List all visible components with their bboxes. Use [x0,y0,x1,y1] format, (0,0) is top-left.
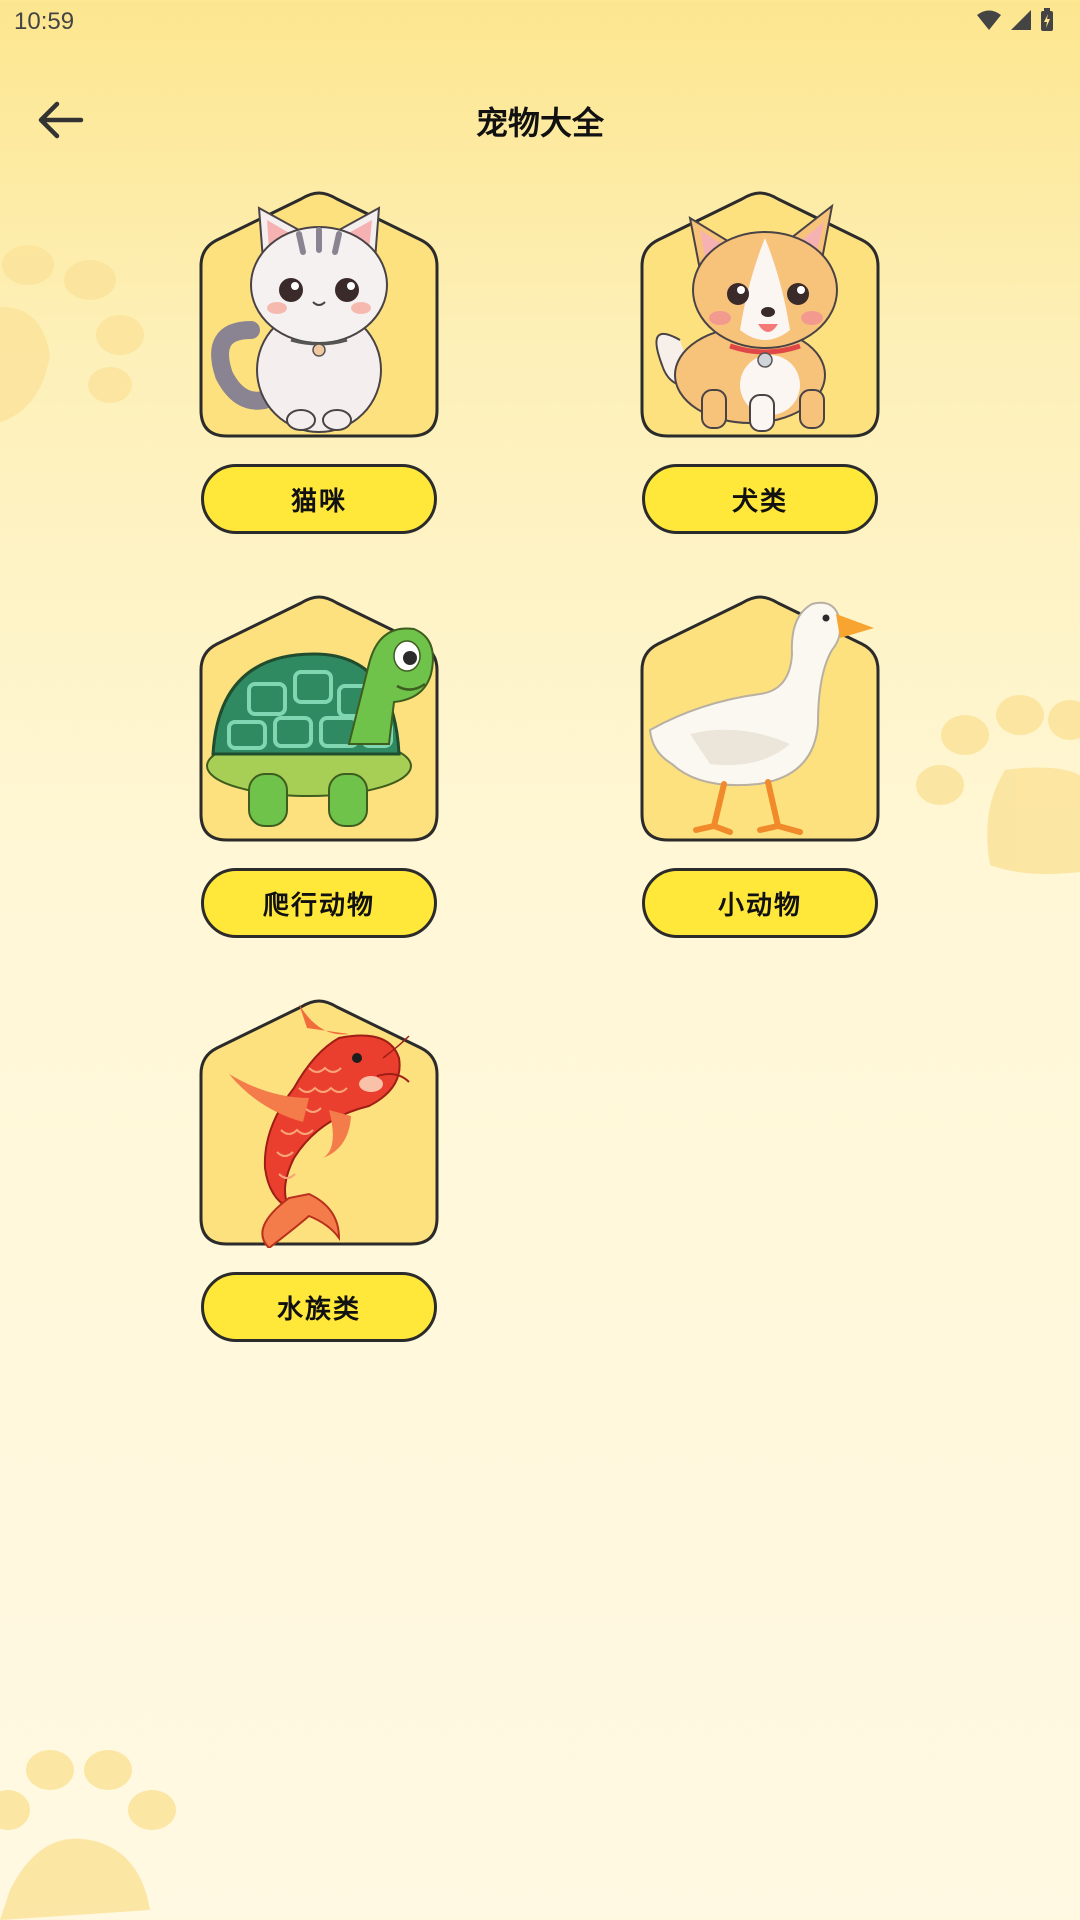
battery-icon [1041,8,1053,31]
koi-fish-illustration [229,1004,410,1248]
category-card-aquatic[interactable] [199,998,439,1248]
page-title: 宠物大全 [475,104,604,142]
app-bar: 宠物大全 [0,70,1080,170]
wifi-icon [977,10,1001,30]
paw-print-decoration [916,695,1080,874]
status-time: 10:59 [14,8,75,35]
category-button-dog[interactable]: 犬类 [642,464,878,534]
category-card-small-animal[interactable] [640,594,880,844]
category-card-dog[interactable] [640,190,880,440]
category-button-small-animal[interactable]: 小动物 [642,868,878,938]
category-card-reptile[interactable] [199,594,439,844]
status-bar: 10:59 [0,0,1080,48]
category-button-reptile[interactable]: 爬行动物 [201,868,437,938]
category-button-cat[interactable]: 猫咪 [201,464,437,534]
paw-print-decoration [0,245,144,423]
paw-print-decoration [0,1750,176,1920]
turtle-illustration [206,627,434,827]
cat-illustration [211,206,388,433]
signal-icon [1011,10,1031,30]
category-button-aquatic[interactable]: 水族类 [201,1272,437,1342]
status-icons [976,8,1054,32]
duck-illustration [648,601,874,835]
dog-illustration [655,203,838,432]
category-card-cat[interactable] [199,190,439,440]
